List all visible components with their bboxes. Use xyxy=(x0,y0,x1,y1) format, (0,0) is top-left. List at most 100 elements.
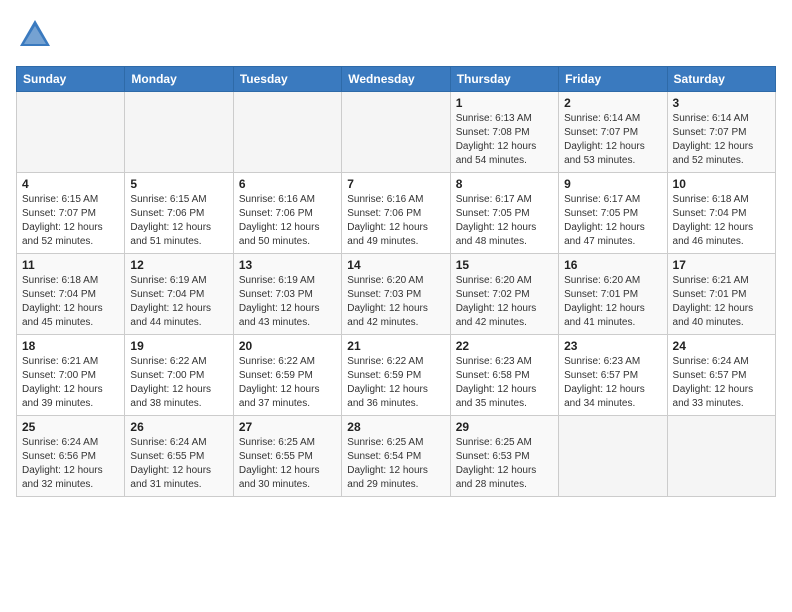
day-number: 6 xyxy=(239,177,336,191)
logo-icon xyxy=(16,16,54,54)
calendar-cell: 9 Sunrise: 6:17 AM Sunset: 7:05 PM Daylig… xyxy=(559,173,667,254)
day-info: Sunrise: 6:19 AM Sunset: 7:03 PM Dayligh… xyxy=(239,274,336,330)
day-number: 20 xyxy=(239,339,336,353)
calendar-cell: 12 Sunrise: 6:19 AM Sunset: 7:04 PM Dayli… xyxy=(125,254,233,335)
calendar-cell: 19 Sunrise: 6:22 AM Sunset: 7:00 PM Dayli… xyxy=(125,335,233,416)
weekday-header-monday: Monday xyxy=(125,67,233,92)
day-number: 23 xyxy=(564,339,661,353)
day-info: Sunrise: 6:20 AM Sunset: 7:02 PM Dayligh… xyxy=(456,274,553,330)
day-info: Sunrise: 6:25 AM Sunset: 6:55 PM Dayligh… xyxy=(239,436,336,492)
day-number: 5 xyxy=(130,177,227,191)
day-info: Sunrise: 6:24 AM Sunset: 6:57 PM Dayligh… xyxy=(673,355,770,411)
logo xyxy=(16,16,58,54)
calendar-cell: 20Sunrise: 6:22 AM Sunset: 6:59 PM Dayli… xyxy=(233,335,341,416)
day-info: Sunrise: 6:16 AM Sunset: 7:06 PM Dayligh… xyxy=(347,193,444,249)
day-info: Sunrise: 6:15 AM Sunset: 7:06 PM Dayligh… xyxy=(130,193,227,249)
calendar-cell xyxy=(667,416,775,497)
day-info: Sunrise: 6:17 AM Sunset: 7:05 PM Dayligh… xyxy=(456,193,553,249)
calendar-table: SundayMondayTuesdayWednesdayThursdayFrid… xyxy=(16,66,776,497)
calendar-week-1: 1 Sunrise: 6:13 AM Sunset: 7:08 PM Daylig… xyxy=(17,92,776,173)
calendar-cell xyxy=(233,92,341,173)
day-number: 18 xyxy=(22,339,119,353)
calendar-cell: 14 Sunrise: 6:20 AM Sunset: 7:03 PM Dayli… xyxy=(342,254,450,335)
day-info: Sunrise: 6:25 AM Sunset: 6:54 PM Dayligh… xyxy=(347,436,444,492)
day-number: 29 xyxy=(456,420,553,434)
day-info: Sunrise: 6:20 AM Sunset: 7:01 PM Dayligh… xyxy=(564,274,661,330)
weekday-header-row: SundayMondayTuesdayWednesdayThursdayFrid… xyxy=(17,67,776,92)
weekday-header-friday: Friday xyxy=(559,67,667,92)
calendar-cell: 22 Sunrise: 6:23 AM Sunset: 6:58 PM Dayli… xyxy=(450,335,558,416)
weekday-header-wednesday: Wednesday xyxy=(342,67,450,92)
day-number: 2 xyxy=(564,96,661,110)
weekday-header-saturday: Saturday xyxy=(667,67,775,92)
calendar-cell xyxy=(342,92,450,173)
day-number: 21 xyxy=(347,339,444,353)
calendar-week-4: 18 Sunrise: 6:21 AM Sunset: 7:00 PM Dayli… xyxy=(17,335,776,416)
calendar-cell: 25Sunrise: 6:24 AM Sunset: 6:56 PM Dayli… xyxy=(17,416,125,497)
page-header xyxy=(16,16,776,54)
day-info: Sunrise: 6:23 AM Sunset: 6:57 PM Dayligh… xyxy=(564,355,661,411)
day-info: Sunrise: 6:19 AM Sunset: 7:04 PM Dayligh… xyxy=(130,274,227,330)
day-number: 3 xyxy=(673,96,770,110)
day-info: Sunrise: 6:23 AM Sunset: 6:58 PM Dayligh… xyxy=(456,355,553,411)
day-info: Sunrise: 6:15 AM Sunset: 7:07 PM Dayligh… xyxy=(22,193,119,249)
day-info: Sunrise: 6:24 AM Sunset: 6:56 PM Dayligh… xyxy=(22,436,119,492)
day-info: Sunrise: 6:25 AM Sunset: 6:53 PM Dayligh… xyxy=(456,436,553,492)
day-number: 16 xyxy=(564,258,661,272)
calendar-cell xyxy=(559,416,667,497)
day-number: 17 xyxy=(673,258,770,272)
weekday-header-tuesday: Tuesday xyxy=(233,67,341,92)
day-info: Sunrise: 6:24 AM Sunset: 6:55 PM Dayligh… xyxy=(130,436,227,492)
calendar-cell: 7 Sunrise: 6:16 AM Sunset: 7:06 PM Daylig… xyxy=(342,173,450,254)
calendar-cell: 24 Sunrise: 6:24 AM Sunset: 6:57 PM Dayli… xyxy=(667,335,775,416)
day-number: 22 xyxy=(456,339,553,353)
day-info: Sunrise: 6:13 AM Sunset: 7:08 PM Dayligh… xyxy=(456,112,553,168)
day-number: 1 xyxy=(456,96,553,110)
calendar-cell: 27 Sunrise: 6:25 AM Sunset: 6:55 PM Dayli… xyxy=(233,416,341,497)
day-info: Sunrise: 6:18 AM Sunset: 7:04 PM Dayligh… xyxy=(673,193,770,249)
calendar-cell: 5 Sunrise: 6:15 AM Sunset: 7:06 PM Daylig… xyxy=(125,173,233,254)
day-info: Sunrise: 6:21 AM Sunset: 7:00 PM Dayligh… xyxy=(22,355,119,411)
day-info: Sunrise: 6:22 AM Sunset: 7:00 PM Dayligh… xyxy=(130,355,227,411)
calendar-cell xyxy=(17,92,125,173)
calendar-week-5: 25Sunrise: 6:24 AM Sunset: 6:56 PM Dayli… xyxy=(17,416,776,497)
calendar-cell: 18 Sunrise: 6:21 AM Sunset: 7:00 PM Dayli… xyxy=(17,335,125,416)
calendar-cell: 3 Sunrise: 6:14 AM Sunset: 7:07 PM Daylig… xyxy=(667,92,775,173)
day-info: Sunrise: 6:20 AM Sunset: 7:03 PM Dayligh… xyxy=(347,274,444,330)
day-number: 4 xyxy=(22,177,119,191)
day-number: 14 xyxy=(347,258,444,272)
calendar-cell: 21 Sunrise: 6:22 AM Sunset: 6:59 PM Dayli… xyxy=(342,335,450,416)
day-info: Sunrise: 6:22 AM Sunset: 6:59 PM Dayligh… xyxy=(347,355,444,411)
weekday-header-sunday: Sunday xyxy=(17,67,125,92)
calendar-cell: 10 Sunrise: 6:18 AM Sunset: 7:04 PM Dayli… xyxy=(667,173,775,254)
day-number: 7 xyxy=(347,177,444,191)
day-info: Sunrise: 6:21 AM Sunset: 7:01 PM Dayligh… xyxy=(673,274,770,330)
calendar-cell xyxy=(125,92,233,173)
day-info: Sunrise: 6:17 AM Sunset: 7:05 PM Dayligh… xyxy=(564,193,661,249)
day-number: 13 xyxy=(239,258,336,272)
day-info: Sunrise: 6:14 AM Sunset: 7:07 PM Dayligh… xyxy=(673,112,770,168)
day-number: 27 xyxy=(239,420,336,434)
day-info: Sunrise: 6:16 AM Sunset: 7:06 PM Dayligh… xyxy=(239,193,336,249)
day-number: 19 xyxy=(130,339,227,353)
day-number: 26 xyxy=(130,420,227,434)
calendar-cell: 26 Sunrise: 6:24 AM Sunset: 6:55 PM Dayli… xyxy=(125,416,233,497)
calendar-cell: 28 Sunrise: 6:25 AM Sunset: 6:54 PM Dayli… xyxy=(342,416,450,497)
calendar-week-2: 4 Sunrise: 6:15 AM Sunset: 7:07 PM Daylig… xyxy=(17,173,776,254)
calendar-cell: 2 Sunrise: 6:14 AM Sunset: 7:07 PM Daylig… xyxy=(559,92,667,173)
day-number: 28 xyxy=(347,420,444,434)
weekday-header-thursday: Thursday xyxy=(450,67,558,92)
calendar-cell: 17 Sunrise: 6:21 AM Sunset: 7:01 PM Dayli… xyxy=(667,254,775,335)
day-number: 9 xyxy=(564,177,661,191)
day-info: Sunrise: 6:14 AM Sunset: 7:07 PM Dayligh… xyxy=(564,112,661,168)
calendar-cell: 16 Sunrise: 6:20 AM Sunset: 7:01 PM Dayli… xyxy=(559,254,667,335)
day-number: 15 xyxy=(456,258,553,272)
day-number: 10 xyxy=(673,177,770,191)
calendar-cell: 6 Sunrise: 6:16 AM Sunset: 7:06 PM Daylig… xyxy=(233,173,341,254)
day-info: Sunrise: 6:18 AM Sunset: 7:04 PM Dayligh… xyxy=(22,274,119,330)
calendar-cell: 23 Sunrise: 6:23 AM Sunset: 6:57 PM Dayli… xyxy=(559,335,667,416)
calendar-cell: 11Sunrise: 6:18 AM Sunset: 7:04 PM Dayli… xyxy=(17,254,125,335)
day-number: 24 xyxy=(673,339,770,353)
calendar-cell: 1 Sunrise: 6:13 AM Sunset: 7:08 PM Daylig… xyxy=(450,92,558,173)
day-number: 12 xyxy=(130,258,227,272)
